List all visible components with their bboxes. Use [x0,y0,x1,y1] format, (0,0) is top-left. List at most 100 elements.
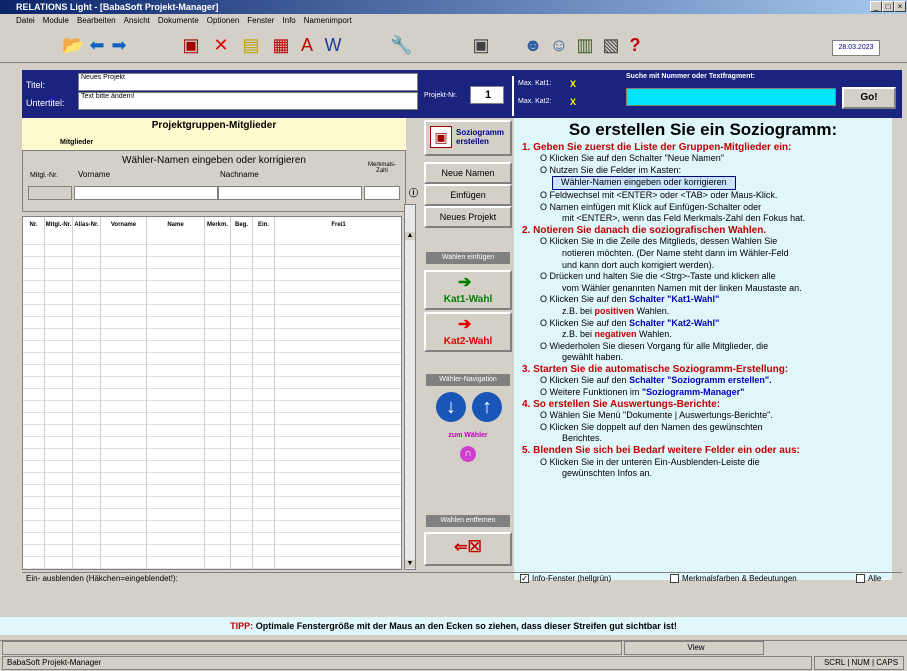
column-header[interactable]: Ein. [253,217,275,233]
pdf-icon[interactable]: ▦ [270,36,292,54]
subtitle-input[interactable]: Text bitte ändern! [78,92,418,110]
table-row[interactable] [23,461,401,473]
members-table[interactable]: Nr. Mitgl.-Nr. Alias-Nr. Vorname Name Merkm. B… [22,216,403,570]
menu-item[interactable]: Ansicht [124,14,150,27]
members-label: Mitglieder [60,139,94,146]
table-row[interactable] [23,449,401,461]
wrench-icon[interactable]: 🔧 [390,36,412,54]
previous-voter-icon[interactable]: ↑ [472,392,502,422]
menu-item[interactable]: Info [282,14,295,27]
help-line: O Drücken und halten Sie die <Strg>-Tast… [540,271,776,282]
new-project-button[interactable]: Neues Projekt [424,206,512,228]
table-row[interactable] [23,389,401,401]
users-icon[interactable]: ☺ [548,36,570,54]
scroll-down-icon[interactable]: ▼ [405,560,415,568]
search-input[interactable] [626,88,836,106]
table-row[interactable] [23,401,401,413]
table-row[interactable] [23,233,401,245]
menu-item[interactable]: Datei [16,14,35,27]
print-preview-icon[interactable]: ▣ [470,36,492,54]
col-member-no-label: Mitgl.-Nr. [30,172,58,179]
table-row[interactable] [23,497,401,509]
column-header[interactable]: Nr. [23,217,45,233]
word-icon[interactable]: W [322,36,344,54]
help-step-1: 1. Geben Sie zuerst die Liste der Gruppe… [522,141,792,153]
table-row[interactable] [23,521,401,533]
info-icon[interactable]: ⓘ [409,186,421,200]
column-header[interactable]: Vorname [101,217,147,233]
minimize-button[interactable]: _ [870,1,882,12]
table-row[interactable] [23,557,401,569]
table-row[interactable] [23,485,401,497]
insert-button[interactable]: Einfügen [424,184,512,206]
menu-item[interactable]: Module [43,14,69,27]
table-row[interactable] [23,437,401,449]
text-a-icon[interactable]: A [296,36,318,54]
title-label: Titel: [26,80,46,90]
remove-choices-icon[interactable]: ⇐☒ [424,532,512,566]
help-highlight-box: Wähler-Namen eingeben oder korrigieren [552,176,736,190]
max-kat2-value: X [570,97,577,107]
sociogram-icon[interactable]: ▣ [180,36,202,54]
firstname-field[interactable] [74,186,218,200]
table-row[interactable] [23,329,401,341]
column-header[interactable]: Merkm. [205,217,231,233]
table-row[interactable] [23,305,401,317]
member-no-field[interactable] [28,186,72,200]
new-names-button[interactable]: Neue Namen [424,162,512,184]
all-checkbox[interactable] [856,574,865,583]
title-input[interactable]: Neues Projekt [78,73,418,91]
delete-icon[interactable]: ✕ [210,36,232,54]
next-voter-icon[interactable]: ↓ [436,392,466,422]
lastname-field[interactable] [218,186,362,200]
scroll-up-icon[interactable]: ▲ [405,232,415,240]
column-header[interactable]: Alias-Nr. [73,217,101,233]
group-icon[interactable]: ☻ [522,36,544,54]
table-row[interactable] [23,509,401,521]
table-row[interactable] [23,545,401,557]
table-row[interactable] [23,341,401,353]
table-row[interactable] [23,365,401,377]
table-row[interactable] [23,425,401,437]
open-folder-icon[interactable]: 📂 [62,36,84,54]
help-line: z.B. bei [562,329,595,340]
maximize-button[interactable]: □ [882,1,894,12]
export-icon[interactable]: ▧ [600,36,622,54]
table-row[interactable] [23,317,401,329]
table-row[interactable] [23,533,401,545]
info-window-checkbox[interactable]: ✓ [520,574,529,583]
table-row[interactable] [23,377,401,389]
table-scrollbar[interactable] [404,204,416,570]
menu-item[interactable]: Bearbeiten [77,14,116,27]
column-header[interactable]: Frei1 [275,217,403,233]
help-step-3: 3. Starten Sie die automatische Soziogra… [522,363,789,375]
back-arrow-icon[interactable]: ⬅ [86,36,108,54]
feature-colors-checkbox[interactable] [670,574,679,583]
help-icon[interactable]: ? [624,36,646,54]
table-row[interactable] [23,281,401,293]
tip-banner: TIPP: Optimale Fenstergröße mit der Maus… [0,617,907,635]
table-row[interactable] [23,473,401,485]
close-button[interactable]: × [894,1,906,12]
menu-item[interactable]: Optionen [207,14,239,27]
to-voter-icon[interactable]: ∩ [460,446,476,462]
menu-item[interactable]: Fenster [247,14,274,27]
table-row[interactable] [23,245,401,257]
project-number-input[interactable]: 1 [470,86,504,104]
forward-arrow-icon[interactable]: ➡ [108,36,130,54]
menu-item[interactable]: Dokumente [158,14,199,27]
column-header[interactable]: Beg. [231,217,253,233]
table-row[interactable] [23,353,401,365]
chart-icon[interactable]: ▥ [574,36,596,54]
table-row[interactable] [23,269,401,281]
notes-icon[interactable]: ▤ [240,36,262,54]
count-field[interactable] [364,186,400,200]
menu-item[interactable]: Namenimport [304,14,352,27]
table-row[interactable] [23,257,401,269]
column-header[interactable]: Mitgl.-Nr. [45,217,73,233]
go-button[interactable]: Go! [842,87,896,109]
table-row[interactable] [23,413,401,425]
table-row[interactable] [23,293,401,305]
column-header[interactable]: Name [147,217,205,233]
column-divider [204,217,205,569]
